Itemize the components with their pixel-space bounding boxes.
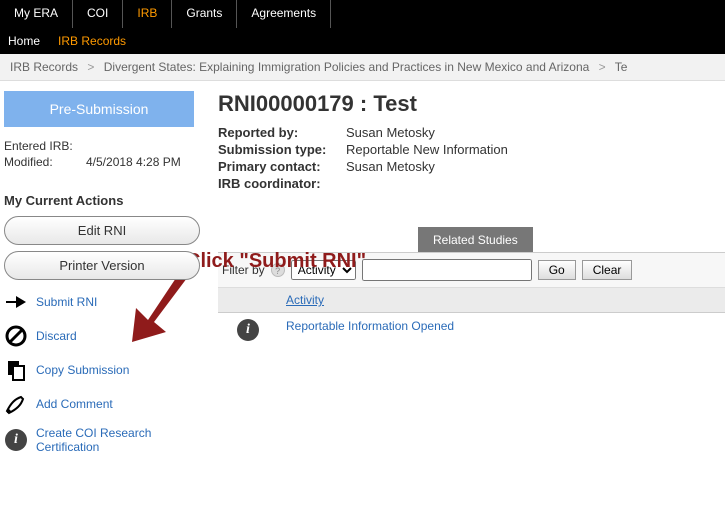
action-copy-submission[interactable]: Copy Submission	[4, 358, 200, 382]
tab-irb[interactable]: IRB	[123, 0, 172, 28]
sub-nav: Home IRB Records	[0, 28, 725, 54]
pencil-icon	[4, 392, 28, 416]
printer-version-button[interactable]: Printer Version	[4, 251, 200, 280]
record-title: RNI00000179 : Test	[218, 91, 725, 117]
action-label: Add Comment	[36, 397, 113, 411]
primary-contact-label: Primary contact:	[218, 159, 346, 174]
breadcrumb: IRB Records > Divergent States: Explaini…	[0, 54, 725, 81]
reported-by-label: Reported by:	[218, 125, 346, 140]
clear-button[interactable]: Clear	[582, 260, 633, 280]
tab-grants[interactable]: Grants	[172, 0, 237, 28]
row-info-icon[interactable]: i	[237, 319, 259, 341]
crumb-1[interactable]: Divergent States: Explaining Immigration…	[104, 60, 590, 74]
filter-dropdown[interactable]: Activity	[291, 260, 356, 280]
crumb-2[interactable]: Te	[615, 60, 628, 74]
entered-irb-label: Entered IRB:	[4, 139, 86, 153]
modified-value: 4/5/2018 4:28 PM	[86, 155, 181, 169]
row-activity-text: Reportable Information Opened	[278, 319, 725, 341]
subnav-home[interactable]: Home	[8, 34, 40, 48]
filter-bar: Filter by ? Activity Go Clear	[218, 253, 725, 288]
go-button[interactable]: Go	[538, 260, 576, 280]
tab-agreements[interactable]: Agreements	[237, 0, 331, 28]
status-badge[interactable]: Pre-Submission	[4, 91, 194, 127]
edit-rni-button[interactable]: Edit RNI	[4, 216, 200, 245]
submission-type-value: Reportable New Information	[346, 142, 508, 157]
actions-header: My Current Actions	[4, 193, 200, 208]
reported-by-value: Susan Metosky	[346, 125, 435, 140]
action-label: Copy Submission	[36, 363, 129, 377]
submission-type-label: Submission type:	[218, 142, 346, 157]
col-activity[interactable]: Activity	[278, 288, 725, 312]
tab-my-era[interactable]: My ERA	[0, 0, 73, 28]
info-icon: i	[4, 428, 28, 452]
no-entry-icon	[4, 324, 28, 348]
action-label: Submit RNI	[36, 295, 97, 309]
grid-header: Activity	[218, 288, 725, 313]
subnav-irb-records[interactable]: IRB Records	[58, 34, 126, 48]
record-tabs: Related Studies	[218, 227, 725, 253]
filter-label: Filter by	[222, 263, 265, 277]
crumb-0[interactable]: IRB Records	[10, 60, 78, 74]
arrow-right-icon	[4, 290, 28, 314]
irb-coordinator-label: IRB coordinator:	[218, 176, 346, 191]
action-discard[interactable]: Discard	[4, 324, 200, 348]
primary-contact-value: Susan Metosky	[346, 159, 435, 174]
tab-related-studies[interactable]: Related Studies	[418, 227, 533, 252]
action-add-comment[interactable]: Add Comment	[4, 392, 200, 416]
top-nav: My ERA COI IRB Grants Agreements	[0, 0, 725, 28]
modified-label: Modified:	[4, 155, 86, 169]
action-submit-rni[interactable]: Submit RNI	[4, 290, 200, 314]
help-icon[interactable]: ?	[271, 263, 285, 277]
filter-input[interactable]	[362, 259, 532, 281]
action-label: Discard	[36, 329, 77, 343]
action-label: Create COI Research Certification	[36, 426, 176, 454]
grid-row[interactable]: i Reportable Information Opened	[218, 313, 725, 347]
action-create-coi[interactable]: i Create COI Research Certification	[4, 426, 200, 454]
copy-icon	[4, 358, 28, 382]
tab-coi[interactable]: COI	[73, 0, 123, 28]
